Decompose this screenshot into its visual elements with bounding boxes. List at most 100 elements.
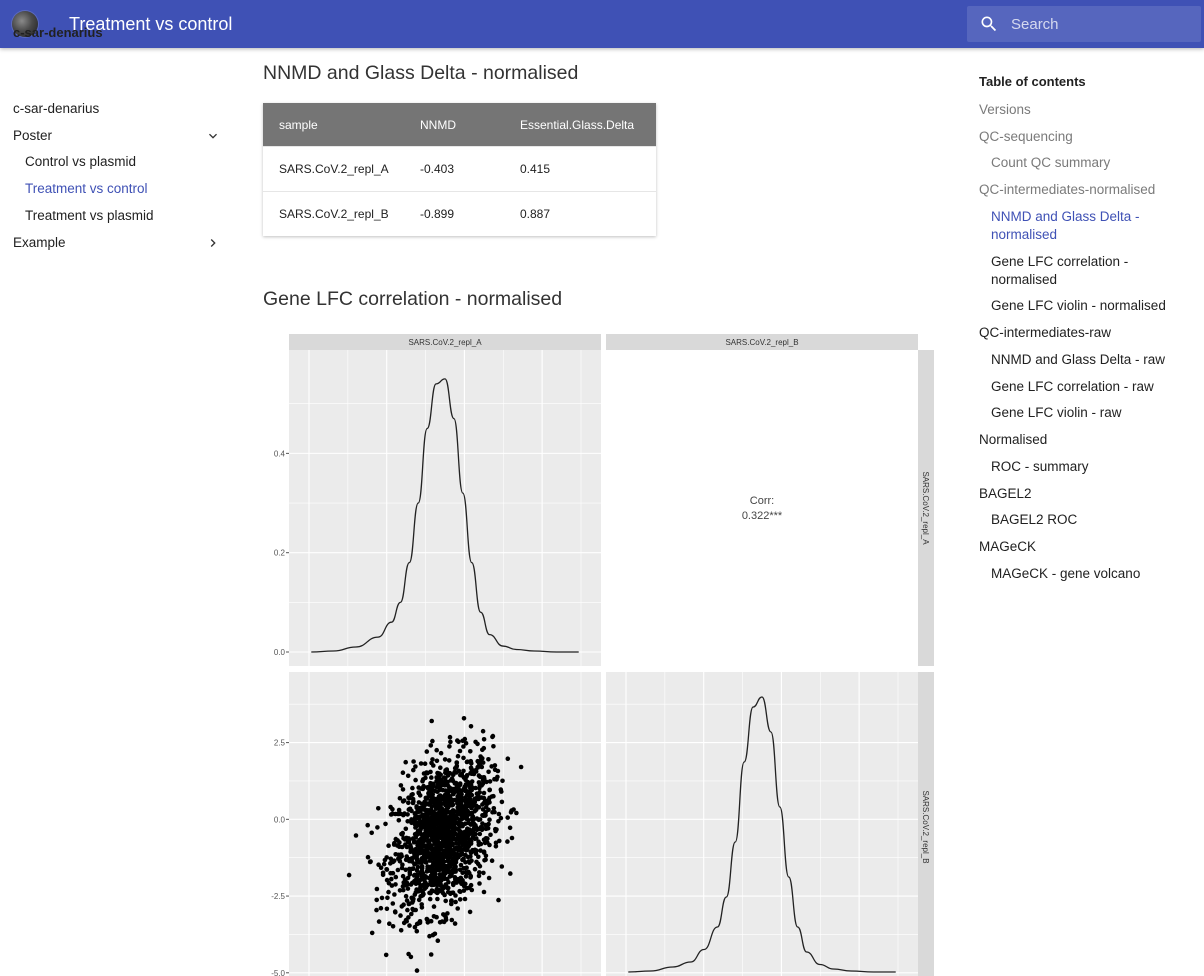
scatter-point [454,880,459,885]
scatter-point [390,811,395,816]
scatter-point [456,807,461,812]
scatter-point [499,789,504,794]
toc-item[interactable]: QC-intermediates-normalised [979,181,1179,199]
y-tick-label: 2.5 [274,739,286,748]
table-header-cell: NNMD [404,103,504,147]
chevron-right-icon[interactable] [205,235,221,251]
panel-correlation [606,350,918,666]
toc-item[interactable]: Gene LFC correlation - normalised [991,253,1179,289]
scatter-point [346,872,352,878]
scatter-point [384,906,390,912]
toc-item[interactable]: Gene LFC violin - raw [991,404,1179,422]
toc-item[interactable]: ROC - summary [991,458,1179,476]
scatter-point [431,873,436,878]
nav-item-example[interactable]: Example [13,235,225,250]
scatter-point [481,870,486,876]
scatter-point [463,777,468,783]
scatter-point [376,919,382,924]
scatter-point [424,749,430,754]
scatter-point [425,801,430,806]
scatter-point [479,764,485,770]
toc-item[interactable]: Versions [979,101,1179,119]
scatter-point [493,844,499,849]
toc-item[interactable]: Gene LFC correlation - raw [991,378,1179,396]
scatter-point [463,795,468,801]
top-app-bar: Treatment vs control [0,0,1204,48]
scatter-point [489,858,495,863]
scatter-point [505,815,510,820]
scatter-point [481,737,487,742]
nav-item-c-sar-denarius[interactable]: c-sar-denarius [13,101,225,116]
scatter-point [463,852,468,858]
scatter-point [428,952,434,957]
scatter-point [412,811,418,816]
scatter-point [410,800,416,806]
scatter-point [392,909,398,914]
toc-item[interactable]: Count QC summary [991,154,1179,172]
scatter-point [473,807,479,813]
toc-item[interactable]: MAGeCK [979,538,1179,556]
scatter-point [419,801,425,807]
search-box[interactable] [967,6,1201,42]
toc-item[interactable]: Gene LFC violin - normalised [991,297,1179,315]
y-tick-label: -2.5 [271,892,285,901]
scatter-point [449,799,454,804]
scatter-point [453,859,459,865]
scatter-point [379,895,385,901]
scatter-point [438,750,444,756]
scatter-point [468,765,474,771]
scatter-point [396,818,402,823]
toc-item[interactable]: Normalised [979,431,1179,449]
scatter-point [395,867,401,873]
scatter-point [447,734,453,740]
scatter-point [445,816,450,821]
scatter-point [458,889,463,894]
toc-item[interactable]: BAGEL2 ROC [991,511,1179,529]
scatter-point [435,896,440,902]
toc-item[interactable]: BAGEL2 [979,485,1179,503]
chevron-down-icon[interactable] [205,128,221,144]
table-header-cell: Essential.Glass.Delta [504,103,656,147]
scatter-point [453,899,458,905]
scatter-point [414,804,419,809]
scatter-point [494,827,499,832]
scatter-point [430,797,435,803]
nav-item-treatment-vs-plasmid[interactable]: Treatment vs plasmid [25,208,225,223]
scatter-point [453,869,458,874]
scatter-point [402,883,408,888]
scatter-point [505,839,510,844]
scatter-point [424,916,430,922]
scatter-point [454,763,460,769]
scatter-point [424,875,429,880]
scatter-point [428,877,434,882]
scatter-point [422,850,427,855]
nav-item-poster[interactable]: Poster [13,128,225,143]
nav-item-control-vs-plasmid[interactable]: Control vs plasmid [25,154,225,169]
scatter-point [455,906,460,911]
scatter-point [410,906,415,912]
scatter-point [457,783,462,788]
scatter-point [398,783,404,788]
scatter-point [422,761,428,766]
y-tick-label: 0.2 [274,549,286,558]
toc-item[interactable]: NNMD and Glass Delta - normalised [991,208,1179,244]
toc-item[interactable]: QC-sequencing [979,128,1179,146]
scatter-point [402,877,408,882]
scatter-point [410,796,416,802]
section-heading-gene-lfc: Gene LFC correlation - normalised [263,288,563,310]
scatter-point [380,872,386,878]
nav-item-treatment-vs-control[interactable]: Treatment vs control [25,181,225,196]
scatter-point [405,773,411,779]
scatter-point [477,790,482,795]
scatter-point [431,904,437,909]
toc-item[interactable]: QC-intermediates-raw [979,324,1179,342]
scatter-point [449,809,455,815]
scatter-point [405,812,410,817]
search-input[interactable] [1011,6,1191,42]
scatter-point [466,859,472,864]
scatter-point [430,757,435,762]
toc-item[interactable]: NNMD and Glass Delta - raw [991,351,1179,369]
scatter-point [418,761,424,766]
toc-item[interactable]: MAGeCK - gene volcano [991,565,1179,583]
scatter-point [387,921,392,926]
